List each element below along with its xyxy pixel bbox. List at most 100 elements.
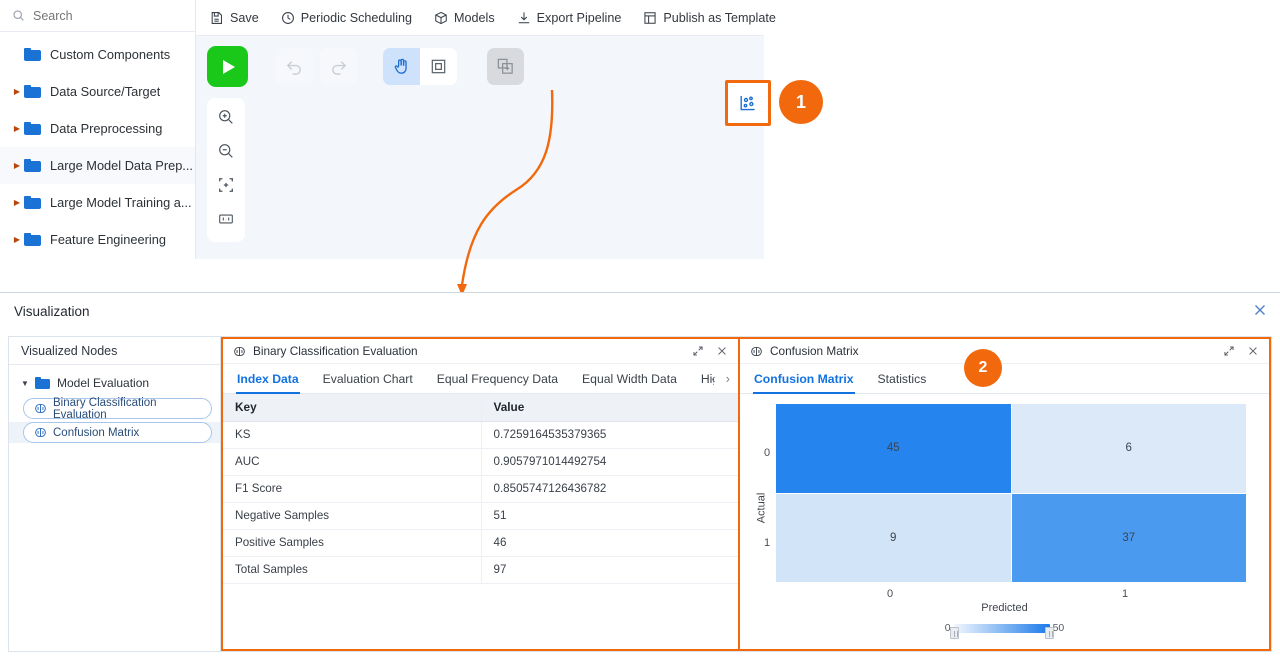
tab-evaluation-chart[interactable]: Evaluation Chart	[323, 364, 413, 394]
hand-icon	[394, 58, 407, 74]
colorbar-handle-left[interactable]	[949, 626, 959, 639]
visualization-button-highlight[interactable]	[725, 80, 771, 126]
tab-equal-width-data[interactable]: Equal Width Data	[582, 364, 677, 394]
colorbar-track[interactable]	[949, 623, 1054, 639]
tab-statistics[interactable]: Statistics	[878, 364, 927, 394]
publish-as-template-button[interactable]: Publish as Template	[643, 11, 776, 25]
visualization-icon	[740, 96, 755, 111]
select-tool-button[interactable]	[420, 48, 457, 85]
heatmap-cell-0-0[interactable]: 45	[776, 404, 1011, 493]
table-row[interactable]: KS 0.7259164535379365	[223, 421, 738, 449]
index-data-table: Key Value KS 0.7259164535379365 AUC 0.90…	[223, 394, 738, 584]
tab-prev-button[interactable]: ‹	[711, 371, 715, 386]
node-icon	[234, 346, 245, 356]
history-tool-group	[276, 48, 357, 85]
x-tick-1: 1	[1122, 588, 1129, 600]
sidebar-item-large-model-training[interactable]: ▶ Large Model Training a...	[0, 184, 195, 221]
tab-equal-frequency-data[interactable]: Equal Frequency Data	[437, 364, 558, 394]
sidebar-item-label: Data Source/Target	[50, 84, 161, 99]
visualized-nodes-header: Visualized Nodes	[9, 337, 220, 365]
heatmap-cell-1-0[interactable]: 9	[776, 493, 1011, 582]
table-row[interactable]: F1 Score 0.8505747126436782	[223, 475, 738, 503]
tab-confusion-matrix[interactable]: Confusion Matrix	[753, 364, 855, 394]
sidebar-item-custom-components[interactable]: ▶ Custom Components	[0, 36, 195, 73]
expand-icon[interactable]	[692, 345, 704, 357]
colorbar-handle-right[interactable]	[1044, 626, 1054, 639]
sidebar-item-data-source-target[interactable]: ▶ Data Source/Target	[0, 73, 195, 110]
close-icon	[1255, 305, 1265, 315]
table-header-row: Key Value	[223, 394, 738, 422]
sidebar-item-data-preprocessing[interactable]: ▶ Data Preprocessing	[0, 110, 195, 147]
column-header-value: Value	[481, 394, 738, 422]
add-node-button[interactable]	[487, 48, 524, 85]
table-row[interactable]: Positive Samples 46	[223, 529, 738, 557]
fit-screen-button[interactable]	[213, 173, 239, 197]
actual-size-button[interactable]	[213, 207, 239, 231]
heatmap-colorbar[interactable]: 0 50	[740, 622, 1269, 639]
folder-icon	[24, 233, 41, 246]
one-to-one-icon	[219, 214, 233, 224]
table-row[interactable]: AUC 0.9057971014492754	[223, 448, 738, 476]
main-toolbar: Save Periodic Scheduling Models Export P…	[196, 0, 776, 36]
chevron-right-icon[interactable]: ▶	[10, 235, 24, 244]
tab-next-button[interactable]: ›	[726, 371, 730, 386]
close-icon[interactable]	[716, 345, 728, 357]
sidebar-item-feature-engineering[interactable]: ▶ Feature Engineering	[0, 221, 195, 258]
heatmap-cell-1-1[interactable]: 37	[1011, 493, 1246, 582]
table-row[interactable]: Total Samples 97	[223, 556, 738, 584]
close-icon[interactable]	[1247, 345, 1259, 357]
pointer-tool-group	[383, 48, 457, 85]
save-button[interactable]: Save	[210, 11, 259, 25]
expand-icon[interactable]	[1223, 345, 1235, 357]
node-item-confusion-matrix[interactable]: Confusion Matrix	[9, 422, 220, 443]
save-icon	[211, 11, 222, 24]
chevron-right-icon[interactable]: ▶	[10, 198, 24, 207]
node-icon	[35, 403, 46, 414]
periodic-scheduling-label: Periodic Scheduling	[300, 10, 413, 25]
component-sidebar: ▶ Custom Components ▶ Data Source/Target…	[0, 0, 196, 259]
export-pipeline-button[interactable]: Export Pipeline	[517, 10, 622, 25]
panel-tabs: Index Data Evaluation Chart Equal Freque…	[223, 364, 738, 394]
redo-button[interactable]	[320, 48, 357, 85]
zoom-out-icon	[219, 144, 233, 158]
heatmap-cell-0-1[interactable]: 6	[1011, 404, 1246, 493]
panel-header-actions	[1223, 345, 1259, 357]
sidebar-item-large-model-data-prep[interactable]: ▶ Large Model Data Prep...	[0, 147, 195, 184]
search-input[interactable]	[33, 8, 173, 23]
panel-title: Confusion Matrix	[770, 344, 859, 358]
export-pipeline-label: Export Pipeline	[536, 10, 622, 25]
chevron-right-icon[interactable]: ▶	[10, 124, 24, 133]
folder-icon	[24, 122, 41, 135]
pipeline-canvas[interactable]: 1	[196, 36, 823, 259]
cell-key: KS	[223, 421, 482, 449]
node-item-binary-classification-evaluation[interactable]: Binary Classification Evaluation	[9, 397, 220, 421]
tab-index-data[interactable]: Index Data	[236, 364, 300, 394]
sidebar-item-label: Large Model Training a...	[50, 195, 192, 210]
cell-value: 0.7259164535379365	[481, 421, 738, 449]
y-tick-1: 1	[764, 537, 771, 549]
node-group-model-evaluation[interactable]: ▼ Model Evaluation	[9, 371, 220, 395]
cell-value: 46	[481, 529, 738, 557]
models-label: Models	[454, 10, 495, 25]
pan-tool-button[interactable]	[383, 48, 420, 85]
y-axis-label: Actual	[755, 492, 768, 524]
folder-icon	[24, 159, 41, 172]
visualization-header: Visualization	[0, 293, 1280, 329]
chevron-right-icon[interactable]: ▶	[10, 161, 24, 170]
chevron-down-icon[interactable]: ▼	[21, 379, 35, 388]
search-bar[interactable]	[0, 0, 195, 32]
select-box-icon	[431, 59, 446, 74]
chevron-right-icon[interactable]: ▶	[10, 87, 24, 96]
undo-button[interactable]	[276, 48, 313, 85]
models-button[interactable]: Models	[434, 11, 495, 25]
add-node-icon	[497, 58, 513, 74]
visualization-close-button[interactable]	[1252, 302, 1268, 318]
table-row[interactable]: Negative Samples 51	[223, 502, 738, 530]
node-icon	[751, 346, 762, 356]
periodic-scheduling-button[interactable]: Periodic Scheduling	[281, 11, 412, 25]
zoom-out-button[interactable]	[213, 139, 239, 163]
run-button[interactable]	[207, 46, 248, 87]
node-group-label: Model Evaluation	[57, 376, 150, 390]
confusion-matrix-chart: Actual 0 1 45 6 9 37 0 1 Predicted 0 50	[740, 394, 1269, 649]
zoom-in-button[interactable]	[213, 105, 239, 129]
